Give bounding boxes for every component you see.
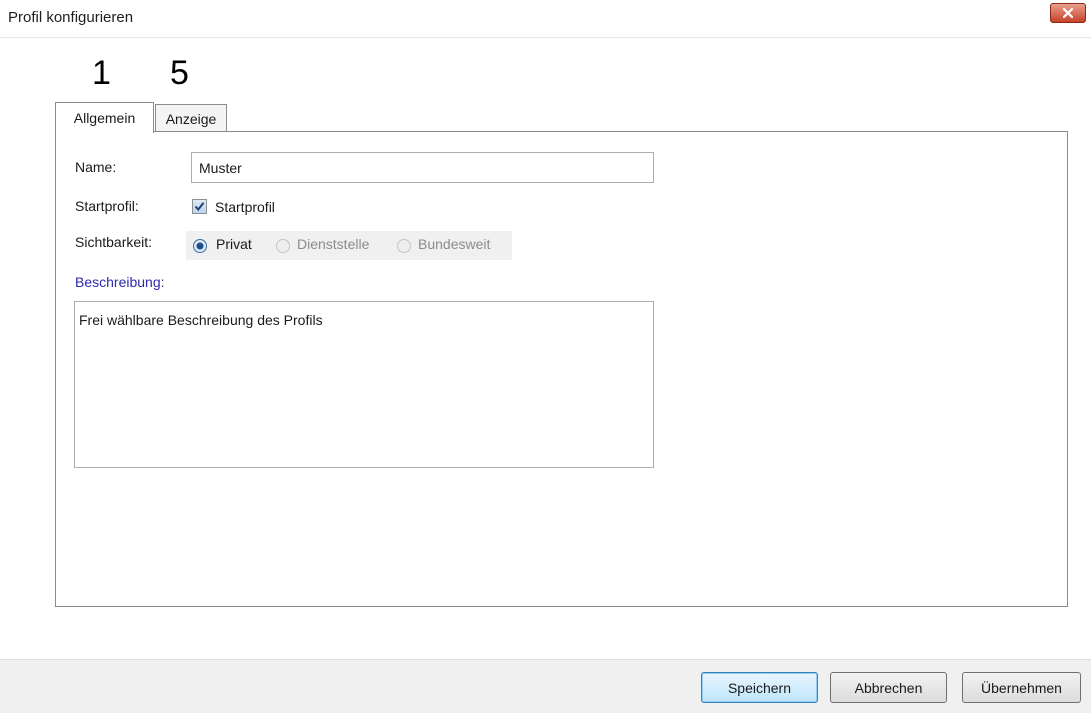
tab-anzeige[interactable]: Anzeige — [155, 104, 227, 132]
description-label: Beschreibung: — [75, 274, 165, 290]
startprofile-checkbox-label[interactable]: Startprofil — [215, 199, 275, 215]
radio-bundesweit — [397, 239, 411, 253]
window-title: Profil konfigurieren — [8, 9, 134, 26]
checkmark-icon — [194, 199, 205, 215]
visibility-label: Sichtbarkeit: — [75, 234, 153, 250]
close-button[interactable] — [1050, 3, 1086, 23]
name-input[interactable] — [191, 152, 654, 183]
cancel-button[interactable]: Abbrechen — [830, 672, 947, 703]
tab-allgemein[interactable]: Allgemein — [55, 102, 154, 133]
startprofile-checkbox[interactable] — [192, 199, 207, 214]
save-button[interactable]: Speichern — [701, 672, 818, 703]
radio-privat[interactable] — [193, 239, 207, 253]
startprofile-label: Startprofil: — [75, 198, 139, 214]
radio-dienststelle-label: Dienststelle — [297, 236, 370, 252]
annotation-5: 5 — [170, 54, 189, 92]
tab-anzeige-label: Anzeige — [165, 110, 217, 127]
title-bar: Profil konfigurieren — [0, 0, 1091, 38]
radio-dienststelle — [276, 239, 290, 253]
apply-button[interactable]: Übernehmen — [962, 672, 1081, 703]
radio-privat-label[interactable]: Privat — [216, 236, 252, 252]
tab-allgemein-label: Allgemein — [73, 110, 136, 126]
name-label: Name: — [75, 159, 117, 175]
annotation-1: 1 — [92, 54, 111, 92]
radio-bundesweit-label: Bundesweit — [418, 236, 491, 252]
close-icon — [1062, 7, 1074, 19]
visibility-radio-group: Privat Dienststelle Bundesweit — [186, 231, 512, 260]
description-textarea[interactable]: Frei wählbare Beschreibung des Profils — [74, 301, 654, 468]
